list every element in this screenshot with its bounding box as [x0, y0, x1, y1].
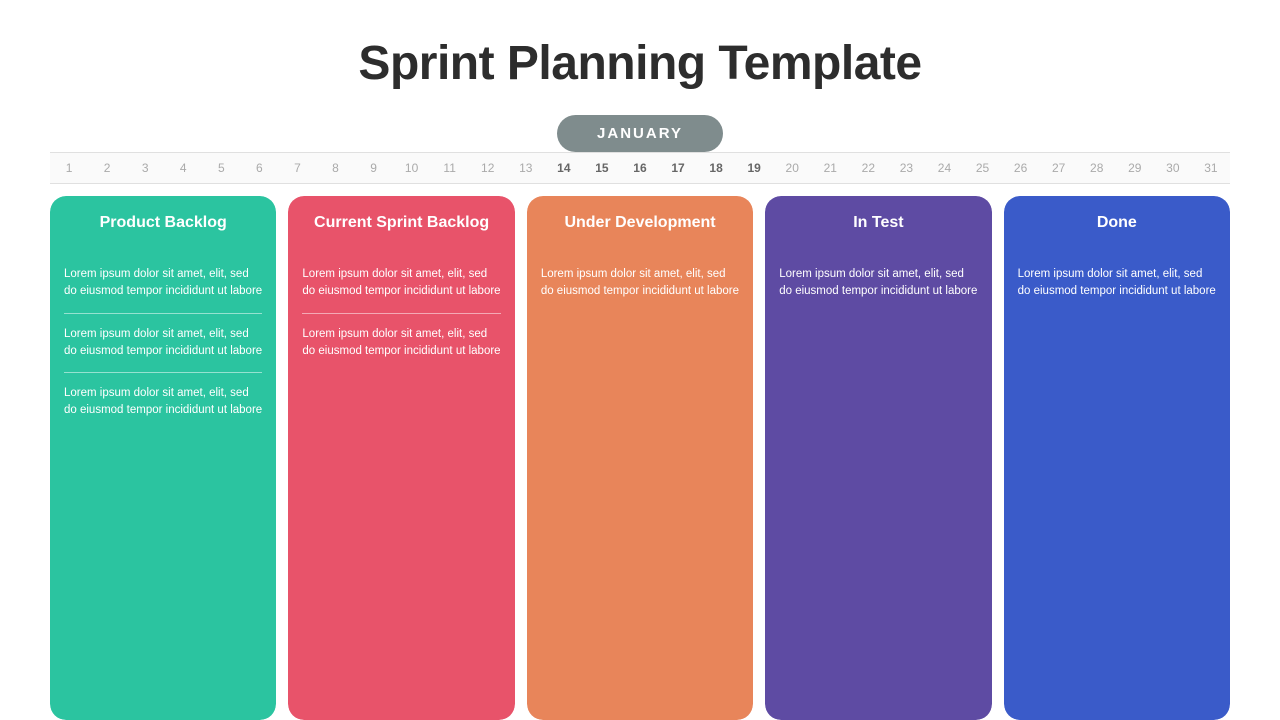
- timeline-day-20: 20: [773, 161, 811, 175]
- column-body-under-development: Lorem ipsum dolor sit amet, elit, sed do…: [527, 250, 753, 720]
- column-done: Done Lorem ipsum dolor sit amet, elit, se…: [1004, 196, 1230, 720]
- timeline-day-22: 22: [849, 161, 887, 175]
- column-header-under-development: Under Development: [527, 196, 753, 250]
- month-label: JANUARY: [557, 115, 723, 152]
- divider: [302, 313, 500, 314]
- timeline-day-6: 6: [240, 161, 278, 175]
- lorem-block: Lorem ipsum dolor sit amet, elit, sed do…: [64, 266, 262, 313]
- divider: [64, 313, 262, 314]
- lorem-block: Lorem ipsum dolor sit amet, elit, sed do…: [302, 266, 500, 313]
- timeline-day-10: 10: [393, 161, 431, 175]
- timeline-row: 1234567891011121314151617181920212223242…: [50, 152, 1230, 184]
- lorem-block: Lorem ipsum dolor sit amet, elit, sed do…: [64, 326, 262, 373]
- timeline-day-26: 26: [1002, 161, 1040, 175]
- timeline-day-29: 29: [1116, 161, 1154, 175]
- timeline-day-31: 31: [1192, 161, 1230, 175]
- timeline-day-12: 12: [469, 161, 507, 175]
- timeline-day-13: 13: [507, 161, 545, 175]
- column-header-current-sprint-backlog: Current Sprint Backlog: [288, 196, 514, 250]
- column-body-done: Lorem ipsum dolor sit amet, elit, sed do…: [1004, 250, 1230, 720]
- column-header-product-backlog: Product Backlog: [50, 196, 276, 250]
- timeline-day-15: 15: [583, 161, 621, 175]
- timeline-day-9: 9: [355, 161, 393, 175]
- lorem-block: Lorem ipsum dolor sit amet, elit, sed do…: [541, 266, 739, 313]
- lorem-block: Lorem ipsum dolor sit amet, elit, sed do…: [64, 385, 262, 432]
- timeline-day-8: 8: [316, 161, 354, 175]
- column-header-done: Done: [1004, 196, 1230, 250]
- month-wrapper: JANUARY 12345678910111213141516171819202…: [0, 115, 1280, 184]
- columns-wrapper: Product Backlog Lorem ipsum dolor sit ame…: [50, 196, 1230, 720]
- lorem-block: Lorem ipsum dolor sit amet, elit, sed do…: [1018, 266, 1216, 313]
- column-header-in-test: In Test: [765, 196, 991, 250]
- timeline-day-24: 24: [925, 161, 963, 175]
- timeline-day-4: 4: [164, 161, 202, 175]
- column-under-development: Under Development Lorem ipsum dolor sit a…: [527, 196, 753, 720]
- timeline-day-2: 2: [88, 161, 126, 175]
- column-body-product-backlog: Lorem ipsum dolor sit amet, elit, sed do…: [50, 250, 276, 720]
- column-body-current-sprint-backlog: Lorem ipsum dolor sit amet, elit, sed do…: [288, 250, 514, 720]
- column-current-sprint-backlog: Current Sprint Backlog Lorem ipsum dolor …: [288, 196, 514, 720]
- timeline-day-17: 17: [659, 161, 697, 175]
- timeline-day-30: 30: [1154, 161, 1192, 175]
- timeline-day-14: 14: [545, 161, 583, 175]
- timeline-day-27: 27: [1040, 161, 1078, 175]
- timeline-day-5: 5: [202, 161, 240, 175]
- timeline-day-11: 11: [431, 161, 469, 175]
- timeline-day-28: 28: [1078, 161, 1116, 175]
- timeline-day-7: 7: [278, 161, 316, 175]
- page-title: Sprint Planning Template: [358, 36, 921, 91]
- timeline-day-3: 3: [126, 161, 164, 175]
- timeline-day-1: 1: [50, 161, 88, 175]
- column-body-in-test: Lorem ipsum dolor sit amet, elit, sed do…: [765, 250, 991, 720]
- lorem-block: Lorem ipsum dolor sit amet, elit, sed do…: [779, 266, 977, 313]
- timeline-day-21: 21: [811, 161, 849, 175]
- timeline-day-16: 16: [621, 161, 659, 175]
- column-product-backlog: Product Backlog Lorem ipsum dolor sit ame…: [50, 196, 276, 720]
- timeline-day-25: 25: [964, 161, 1002, 175]
- divider: [64, 372, 262, 373]
- column-in-test: In Test Lorem ipsum dolor sit amet, elit,…: [765, 196, 991, 720]
- lorem-block: Lorem ipsum dolor sit amet, elit, sed do…: [302, 326, 500, 373]
- timeline-day-19: 19: [735, 161, 773, 175]
- timeline-day-23: 23: [887, 161, 925, 175]
- timeline-day-18: 18: [697, 161, 735, 175]
